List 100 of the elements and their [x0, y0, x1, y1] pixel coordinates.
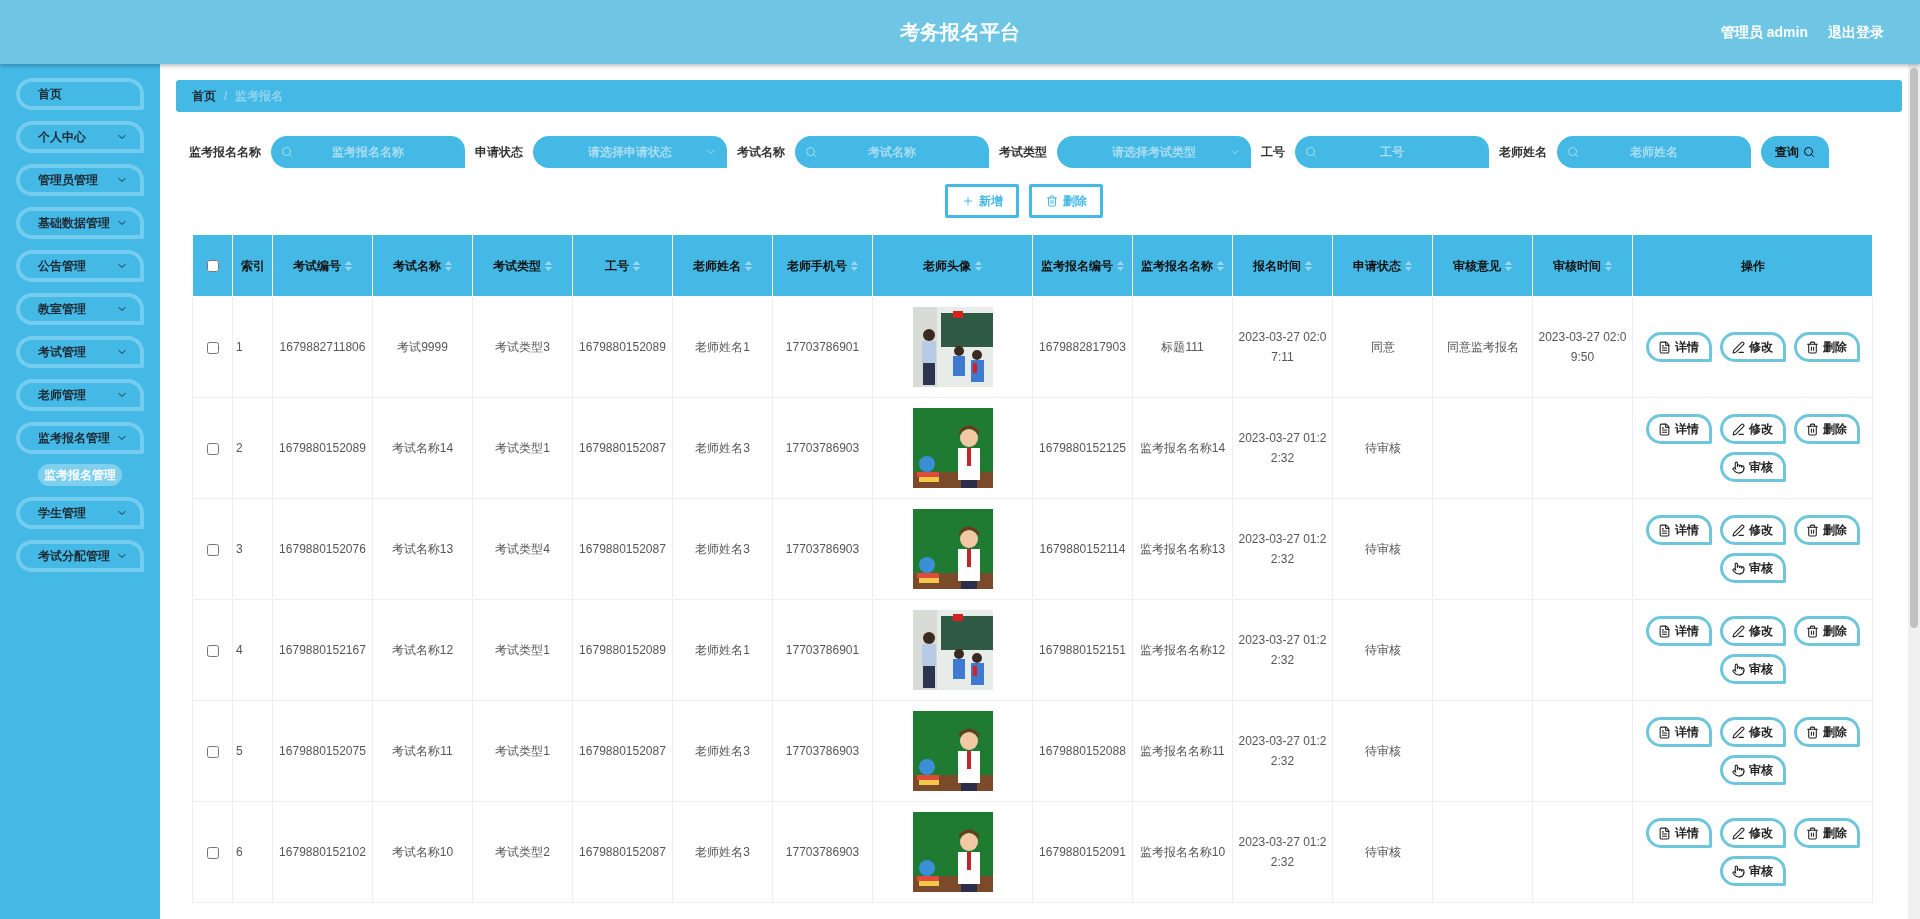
- column-header[interactable]: 老师头像: [872, 234, 1033, 297]
- column-header[interactable]: 老师手机号: [772, 234, 873, 297]
- action-button[interactable]: 修改: [1719, 515, 1786, 545]
- breadcrumb-item: 监考报名: [235, 88, 284, 105]
- action-button[interactable]: 修改: [1719, 818, 1786, 848]
- document-icon: [1658, 725, 1671, 739]
- table-cell: 17703786903: [772, 801, 873, 903]
- action-button[interactable]: 修改: [1719, 332, 1786, 362]
- column-title: 审核意见: [1453, 257, 1501, 275]
- sidebar-item[interactable]: 管理员管理: [16, 164, 144, 196]
- table-cell: 1679880152089: [272, 397, 373, 499]
- action-button[interactable]: 删除: [1793, 818, 1860, 848]
- row-checkbox[interactable]: [206, 745, 219, 758]
- scrollbar[interactable]: [1908, 64, 1920, 919]
- action-button[interactable]: 删除: [1793, 414, 1860, 444]
- table-cell: 1679880152125: [1032, 397, 1133, 499]
- search-icon: [1803, 146, 1815, 158]
- search-field[interactable]: 考试名称: [795, 136, 989, 168]
- action-button[interactable]: 审核: [1719, 856, 1786, 886]
- table-cell: 2023-03-27 01:22:32: [1232, 700, 1333, 802]
- sidebar-item[interactable]: 公告管理: [16, 250, 144, 282]
- column-header[interactable]: 审核意见: [1432, 234, 1533, 297]
- table-cell: 待审核: [1332, 700, 1433, 802]
- sort-icon: [851, 260, 858, 271]
- edit-icon: [1732, 624, 1745, 638]
- trash-icon: [1806, 422, 1819, 436]
- breadcrumb-item[interactable]: 首页: [192, 87, 216, 105]
- app-title: 考务报名平台: [900, 20, 1020, 45]
- table-cell: 17703786903: [772, 498, 873, 600]
- action-button[interactable]: 删除: [1793, 717, 1860, 747]
- action-button[interactable]: 修改: [1719, 616, 1786, 646]
- table-cell: 同意: [1332, 296, 1433, 398]
- column-header[interactable]: 申请状态: [1332, 234, 1433, 297]
- select-field[interactable]: 请选择申请状态: [533, 136, 727, 168]
- table-cell: 1679880152114: [1032, 498, 1133, 600]
- action-button[interactable]: 修改: [1719, 414, 1786, 444]
- table-cell: 17703786901: [772, 296, 873, 398]
- column-header[interactable]: 考试名称: [372, 234, 473, 297]
- sidebar-item[interactable]: 学生管理: [16, 497, 144, 529]
- sidebar-item[interactable]: 监考报名管理: [16, 422, 144, 454]
- document-icon: [1658, 523, 1671, 537]
- table-cell: 监考报名名称10: [1132, 801, 1233, 903]
- search-field[interactable]: 监考报名名称: [271, 136, 465, 168]
- table-cell: 老师姓名1: [672, 296, 773, 398]
- sort-icon: [1117, 260, 1124, 271]
- row-checkbox[interactable]: [206, 543, 219, 556]
- action-button[interactable]: 审核: [1719, 755, 1786, 785]
- action-button[interactable]: 详情: [1645, 818, 1712, 848]
- sidebar-item[interactable]: 考试分配管理: [16, 540, 144, 572]
- table-cell: 待审核: [1332, 397, 1433, 499]
- table-cell: 1679880152091: [1032, 801, 1133, 903]
- hand-icon: [1732, 561, 1745, 575]
- table-cell: 2023-03-27 01:22:32: [1232, 801, 1333, 903]
- action-button[interactable]: 修改: [1719, 717, 1786, 747]
- table-cell: 3: [232, 498, 273, 600]
- action-button[interactable]: 详情: [1645, 717, 1712, 747]
- query-button[interactable]: 查询: [1761, 136, 1829, 168]
- table-cell: 2023-03-27 02:07:11: [1232, 296, 1333, 398]
- select-all-checkbox[interactable]: [206, 260, 219, 273]
- row-checkbox[interactable]: [206, 846, 219, 859]
- sort-icon: [1505, 260, 1512, 271]
- sidebar-item[interactable]: 基础数据管理: [16, 207, 144, 239]
- table-cell: 老师姓名3: [672, 801, 773, 903]
- action-button[interactable]: 详情: [1645, 616, 1712, 646]
- table-cell: 待审核: [1332, 498, 1433, 600]
- column-header[interactable]: 考试类型: [472, 234, 573, 297]
- sidebar-item[interactable]: 考试管理: [16, 336, 144, 368]
- column-header[interactable]: 报名时间: [1232, 234, 1333, 297]
- action-button[interactable]: 审核: [1719, 452, 1786, 482]
- column-header[interactable]: 老师姓名: [672, 234, 773, 297]
- row-checkbox[interactable]: [206, 442, 219, 455]
- action-button[interactable]: 审核: [1719, 654, 1786, 684]
- column-header[interactable]: 监考报名编号: [1032, 234, 1133, 297]
- action-button[interactable]: 删除: [1793, 515, 1860, 545]
- document-icon: [1658, 826, 1671, 840]
- trash-icon: [1806, 725, 1819, 739]
- table-cell: 1679880152075: [272, 700, 373, 802]
- action-button[interactable]: 审核: [1719, 553, 1786, 583]
- column-header[interactable]: 监考报名名称: [1132, 234, 1233, 297]
- sidebar-item[interactable]: 首页: [16, 78, 144, 110]
- select-field[interactable]: 请选择考试类型: [1057, 136, 1251, 168]
- action-button[interactable]: 详情: [1645, 332, 1712, 362]
- table-cell: 1679880152167: [272, 599, 373, 701]
- sidebar-item[interactable]: 老师管理: [16, 379, 144, 411]
- sort-icon: [745, 260, 752, 271]
- sidebar-item[interactable]: 教室管理: [16, 293, 144, 325]
- trash-icon: [1806, 624, 1819, 638]
- column-header[interactable]: 工号: [572, 234, 673, 297]
- search-field[interactable]: 老师姓名: [1557, 136, 1751, 168]
- column-header[interactable]: 审核时间: [1532, 234, 1633, 297]
- sidebar-item[interactable]: 个人中心: [16, 121, 144, 153]
- action-button[interactable]: 删除: [1793, 332, 1860, 362]
- row-checkbox[interactable]: [206, 341, 219, 354]
- column-header[interactable]: 考试编号: [272, 234, 373, 297]
- search-field[interactable]: 工号: [1295, 136, 1489, 168]
- action-button[interactable]: 详情: [1645, 515, 1712, 545]
- action-button[interactable]: 详情: [1645, 414, 1712, 444]
- row-checkbox[interactable]: [206, 644, 219, 657]
- action-button[interactable]: 删除: [1793, 616, 1860, 646]
- table-cell: 17703786903: [772, 397, 873, 499]
